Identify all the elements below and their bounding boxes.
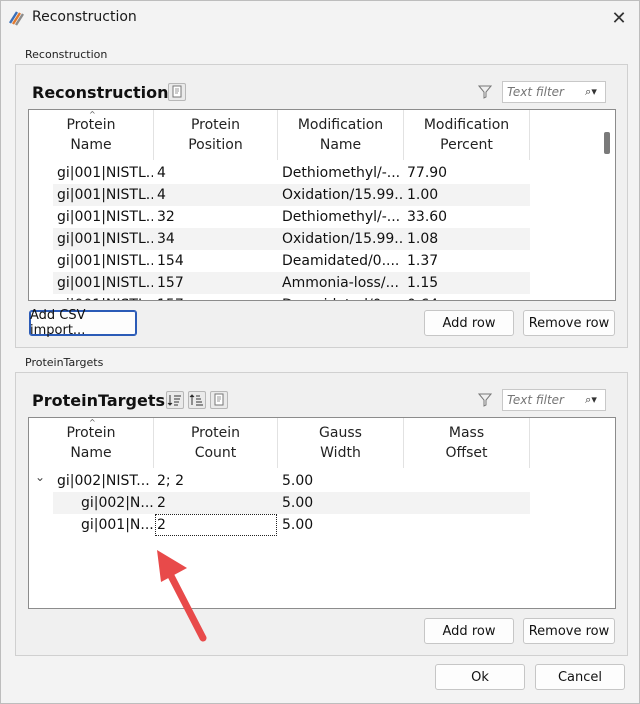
column-header-protein-name[interactable]: Protein Name — [29, 110, 154, 160]
modification-name-cell[interactable]: Deamidated/0.... — [282, 250, 402, 272]
protein-name-cell[interactable]: gi|001|NISTL... — [57, 184, 153, 206]
table-row[interactable]: gi|001|NISTL... 157 Ammonia-loss/... 1.15 — [53, 272, 530, 294]
reconstruction-remove-row-button[interactable]: Remove row — [523, 310, 615, 336]
modification-name-cell[interactable]: Dethiomethyl/-... — [282, 162, 402, 184]
mass-offset-cell[interactable] — [407, 470, 527, 492]
reconstruction-export-icon[interactable] — [168, 83, 186, 101]
targets-title: ProteinTargets — [32, 391, 165, 410]
targets-group: ProteinTargets ⌕▾ ^ Protein Name Protein… — [15, 372, 628, 656]
column-header-protein-name[interactable]: Protein Name — [29, 418, 154, 468]
protein-count-cell[interactable]: 2 — [157, 492, 277, 514]
sort-descending-icon[interactable] — [166, 391, 184, 409]
title-bar: Reconstruction ✕ — [1, 1, 639, 35]
reconstruction-scroll-thumb[interactable] — [604, 132, 610, 154]
protein-position-cell[interactable]: 154 — [157, 250, 277, 272]
modification-percent-cell[interactable]: 33.60 — [407, 206, 527, 228]
modification-name-cell[interactable]: Ammonia-loss/... — [282, 272, 402, 294]
modification-name-cell[interactable]: Oxidation/15.99... — [282, 184, 402, 206]
targets-group-label: ProteinTargets — [25, 356, 104, 369]
mass-offset-cell[interactable] — [407, 492, 527, 514]
protein-position-cell[interactable]: 157 — [157, 294, 277, 300]
protein-name-cell[interactable]: gi|001|N... — [81, 514, 153, 536]
protein-position-cell[interactable]: 157 — [157, 272, 277, 294]
protein-position-cell[interactable]: 4 — [157, 184, 277, 206]
modification-name-cell[interactable]: Dethiomethyl/-... — [282, 206, 402, 228]
targets-filter-funnel-icon[interactable] — [478, 393, 492, 407]
protein-position-cell[interactable]: 4 — [157, 162, 277, 184]
column-header-gauss-width[interactable]: Gauss Width — [278, 418, 404, 468]
targets-search-icon[interactable]: ⌕▾ — [579, 392, 603, 408]
modification-percent-cell[interactable]: 77.90 — [407, 162, 527, 184]
reconstruction-dialog: Reconstruction ✕ Reconstruction Reconstr… — [0, 0, 640, 704]
table-row[interactable]: gi|001|NISTL... 157 Deamidated/0.... 0.64 — [53, 294, 530, 300]
modification-name-cell[interactable]: Deamidated/0.... — [282, 294, 402, 300]
reconstruction-filter-funnel-icon[interactable] — [478, 85, 492, 99]
column-header-protein-count[interactable]: Protein Count — [154, 418, 278, 468]
reconstruction-filter-input[interactable] — [505, 84, 577, 100]
gauss-width-cell[interactable]: 5.00 — [282, 492, 402, 514]
protein-name-cell[interactable]: gi|002|N... — [81, 492, 153, 514]
add-csv-import-button[interactable]: Add CSV import... — [29, 308, 137, 338]
reconstruction-title: Reconstruction — [32, 83, 169, 102]
protein-name-cell[interactable]: gi|001|NISTL... — [57, 272, 153, 294]
reconstruction-add-row-button[interactable]: Add row — [424, 310, 514, 336]
targets-add-row-button[interactable]: Add row — [424, 618, 514, 644]
column-header-protein-position[interactable]: Protein Position — [154, 110, 278, 160]
table-row[interactable]: gi|001|NISTL... 34 Oxidation/15.99... 1.08 — [53, 228, 530, 250]
protein-name-cell[interactable]: gi|001|NISTL... — [57, 250, 153, 272]
protein-name-cell[interactable]: gi|002|NIST... — [57, 470, 153, 492]
protein-position-cell[interactable]: 32 — [157, 206, 277, 228]
mass-offset-cell[interactable] — [407, 514, 527, 536]
protein-count-editor[interactable]: 2 — [155, 514, 277, 536]
protein-name-cell[interactable]: gi|001|NISTL... — [57, 206, 153, 228]
window-title: Reconstruction — [32, 9, 137, 25]
cancel-button[interactable]: Cancel — [535, 664, 625, 690]
reconstruction-scrollbar[interactable] — [599, 110, 615, 300]
reconstruction-group-label: Reconstruction — [25, 48, 108, 61]
protein-position-cell[interactable]: 34 — [157, 228, 277, 250]
modification-percent-cell[interactable]: 1.00 — [407, 184, 527, 206]
modification-name-cell[interactable]: Oxidation/15.99... — [282, 228, 402, 250]
table-row[interactable]: gi|001|NISTL... 32 Dethiomethyl/-... 33.60 — [53, 206, 530, 228]
table-row[interactable]: ⌄ gi|002|NIST... 2; 2 5.00 — [35, 470, 530, 492]
column-header-modification-name[interactable]: Modification Name — [278, 110, 404, 160]
app-logo-icon — [8, 11, 25, 26]
gauss-width-cell[interactable]: 5.00 — [282, 514, 402, 536]
targets-grid: ^ Protein Name Protein Count Gauss Width… — [28, 417, 616, 609]
ok-button[interactable]: Ok — [435, 664, 525, 690]
table-row[interactable]: gi|001|NISTL... 4 Dethiomethyl/-... 77.90 — [53, 162, 530, 184]
reconstruction-group: Reconstruction ⌕▾ ^ Protein Name Protein… — [15, 64, 628, 348]
modification-percent-cell[interactable]: 1.15 — [407, 272, 527, 294]
expand-chevron-icon[interactable]: ⌄ — [35, 470, 45, 484]
targets-filter-box[interactable]: ⌕▾ — [502, 389, 606, 411]
targets-remove-row-button[interactable]: Remove row — [523, 618, 615, 644]
reconstruction-grid: ^ Protein Name Protein Position Modifica… — [28, 109, 616, 301]
targets-filter-input[interactable] — [505, 392, 577, 408]
table-row[interactable]: gi|001|NISTL... 154 Deamidated/0.... 1.37 — [53, 250, 530, 272]
annotation-arrow-icon — [157, 550, 207, 642]
table-row[interactable]: gi|002|N... 2 5.00 — [53, 492, 530, 514]
modification-percent-cell[interactable]: 1.08 — [407, 228, 527, 250]
protein-count-cell[interactable]: 2; 2 — [157, 470, 277, 492]
protein-name-cell[interactable]: gi|001|NISTL... — [57, 162, 153, 184]
modification-percent-cell[interactable]: 1.37 — [407, 250, 527, 272]
reconstruction-filter-box[interactable]: ⌕▾ — [502, 81, 606, 103]
targets-export-icon[interactable] — [210, 391, 228, 409]
close-button[interactable]: ✕ — [601, 1, 637, 35]
column-header-modification-percent[interactable]: Modification Percent — [404, 110, 530, 160]
column-header-mass-offset[interactable]: Mass Offset — [404, 418, 530, 468]
table-row[interactable]: gi|001|N...25.002 — [53, 514, 530, 536]
modification-percent-cell[interactable]: 0.64 — [407, 294, 527, 300]
reconstruction-search-icon[interactable]: ⌕▾ — [579, 84, 603, 100]
gauss-width-cell[interactable]: 5.00 — [282, 470, 402, 492]
protein-name-cell[interactable]: gi|001|NISTL... — [57, 294, 153, 300]
sort-ascending-icon[interactable] — [188, 391, 206, 409]
protein-name-cell[interactable]: gi|001|NISTL... — [57, 228, 153, 250]
table-row[interactable]: gi|001|NISTL... 4 Oxidation/15.99... 1.00 — [53, 184, 530, 206]
protein-count-edit-text[interactable]: 2 — [157, 515, 257, 537]
